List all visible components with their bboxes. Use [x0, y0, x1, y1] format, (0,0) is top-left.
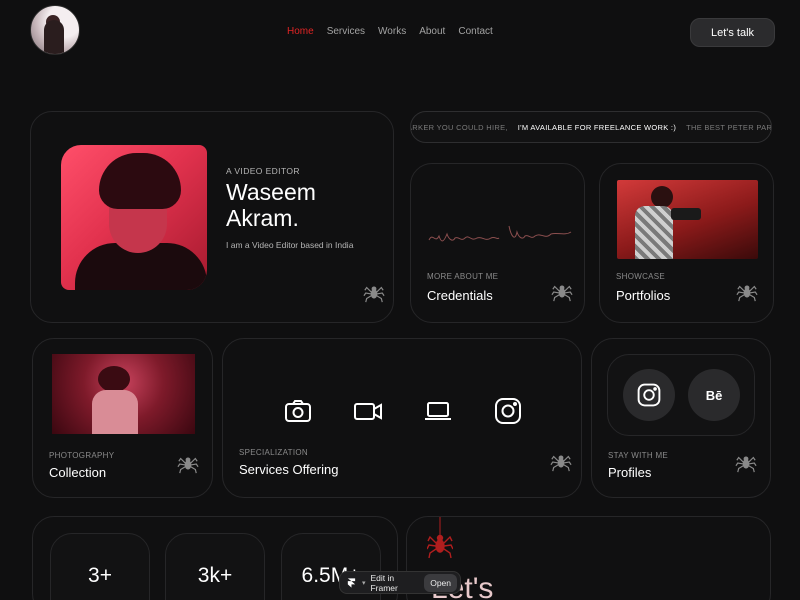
spider-icon: [363, 286, 385, 303]
profile-avatar[interactable]: [30, 5, 80, 55]
spider-icon: [177, 457, 199, 474]
profiles-kicker: STAY WITH ME: [608, 451, 669, 460]
hanging-spider-icon: [427, 517, 453, 559]
service-icons: [283, 396, 523, 426]
collection-card[interactable]: PHOTOGRAPHY Collection: [32, 338, 213, 498]
spider-icon: [735, 456, 757, 473]
video-icon: [354, 403, 382, 420]
hero-description: I am a Video Editor based in India: [226, 240, 354, 250]
profiles-title: Profiles: [608, 465, 652, 480]
availability-marquee: ARKER YOU COULD HIRE, I'M AVAILABLE FOR …: [410, 111, 772, 143]
collection-image: [52, 354, 195, 434]
nav-about[interactable]: About: [419, 26, 445, 37]
marquee-text-left: ARKER YOU COULD HIRE,: [410, 122, 508, 132]
portfolios-title: Portfolios: [616, 288, 671, 303]
portfolios-kicker: SHOWCASE: [616, 272, 666, 281]
credentials-title: Credentials: [427, 288, 493, 303]
signature-image: [428, 225, 572, 242]
open-button[interactable]: Open: [424, 573, 457, 592]
profile-links-box: Bē: [607, 354, 755, 436]
stat-box: 3k+: [165, 533, 265, 600]
stat-value: 3+: [88, 564, 112, 587]
chevron-down-icon: ▾: [361, 579, 366, 587]
services-kicker: SPECIALIZATION: [239, 448, 308, 457]
hero-card: A VIDEO EDITOR Waseem Akram. I am a Vide…: [30, 111, 394, 323]
laptop-icon: [425, 402, 451, 420]
credentials-kicker: MORE ABOUT ME: [427, 272, 499, 281]
instagram-icon: [495, 398, 521, 424]
hero-portrait-image: [61, 145, 207, 290]
lets-talk-button[interactable]: Let's talk: [690, 18, 775, 47]
instagram-link[interactable]: [623, 369, 675, 421]
collection-kicker: PHOTOGRAPHY: [49, 451, 115, 460]
spider-icon: [550, 455, 572, 472]
profiles-card[interactable]: Bē STAY WITH ME Profiles: [591, 338, 771, 498]
spider-icon: [736, 285, 758, 302]
nav-works[interactable]: Works: [378, 26, 406, 37]
behance-icon: Bē: [705, 387, 723, 403]
services-card[interactable]: SPECIALIZATION Services Offering: [222, 338, 582, 498]
nav-home[interactable]: Home: [287, 26, 314, 37]
camera-icon: [285, 400, 311, 422]
portfolios-card[interactable]: SHOWCASE Portfolios: [599, 163, 774, 323]
spider-icon: [551, 285, 573, 302]
services-title: Services Offering: [239, 462, 339, 477]
hero-name: Waseem Akram.: [226, 179, 316, 231]
nav-services[interactable]: Services: [327, 26, 365, 37]
portfolio-image: [617, 180, 758, 259]
marquee-text-center: I'M AVAILABLE FOR FREELANCE WORK :): [517, 122, 677, 132]
framer-logo-icon: [347, 577, 356, 588]
main-nav: Home Services Works About Contact: [287, 26, 493, 37]
stat-box: 3+: [50, 533, 150, 600]
marquee-text-right: THE BEST PETER PAR: [686, 122, 772, 132]
credentials-card[interactable]: MORE ABOUT ME Credentials: [410, 163, 585, 323]
framer-badge[interactable]: ▾ Edit in Framer Open: [339, 571, 461, 594]
behance-link[interactable]: Bē: [688, 369, 740, 421]
hero-kicker: A VIDEO EDITOR: [226, 166, 300, 176]
instagram-icon: [637, 383, 661, 407]
stat-value: 3k+: [197, 564, 233, 587]
nav-contact[interactable]: Contact: [458, 26, 492, 37]
collection-title: Collection: [49, 465, 107, 480]
edit-in-framer-label: Edit in Framer: [370, 572, 398, 593]
